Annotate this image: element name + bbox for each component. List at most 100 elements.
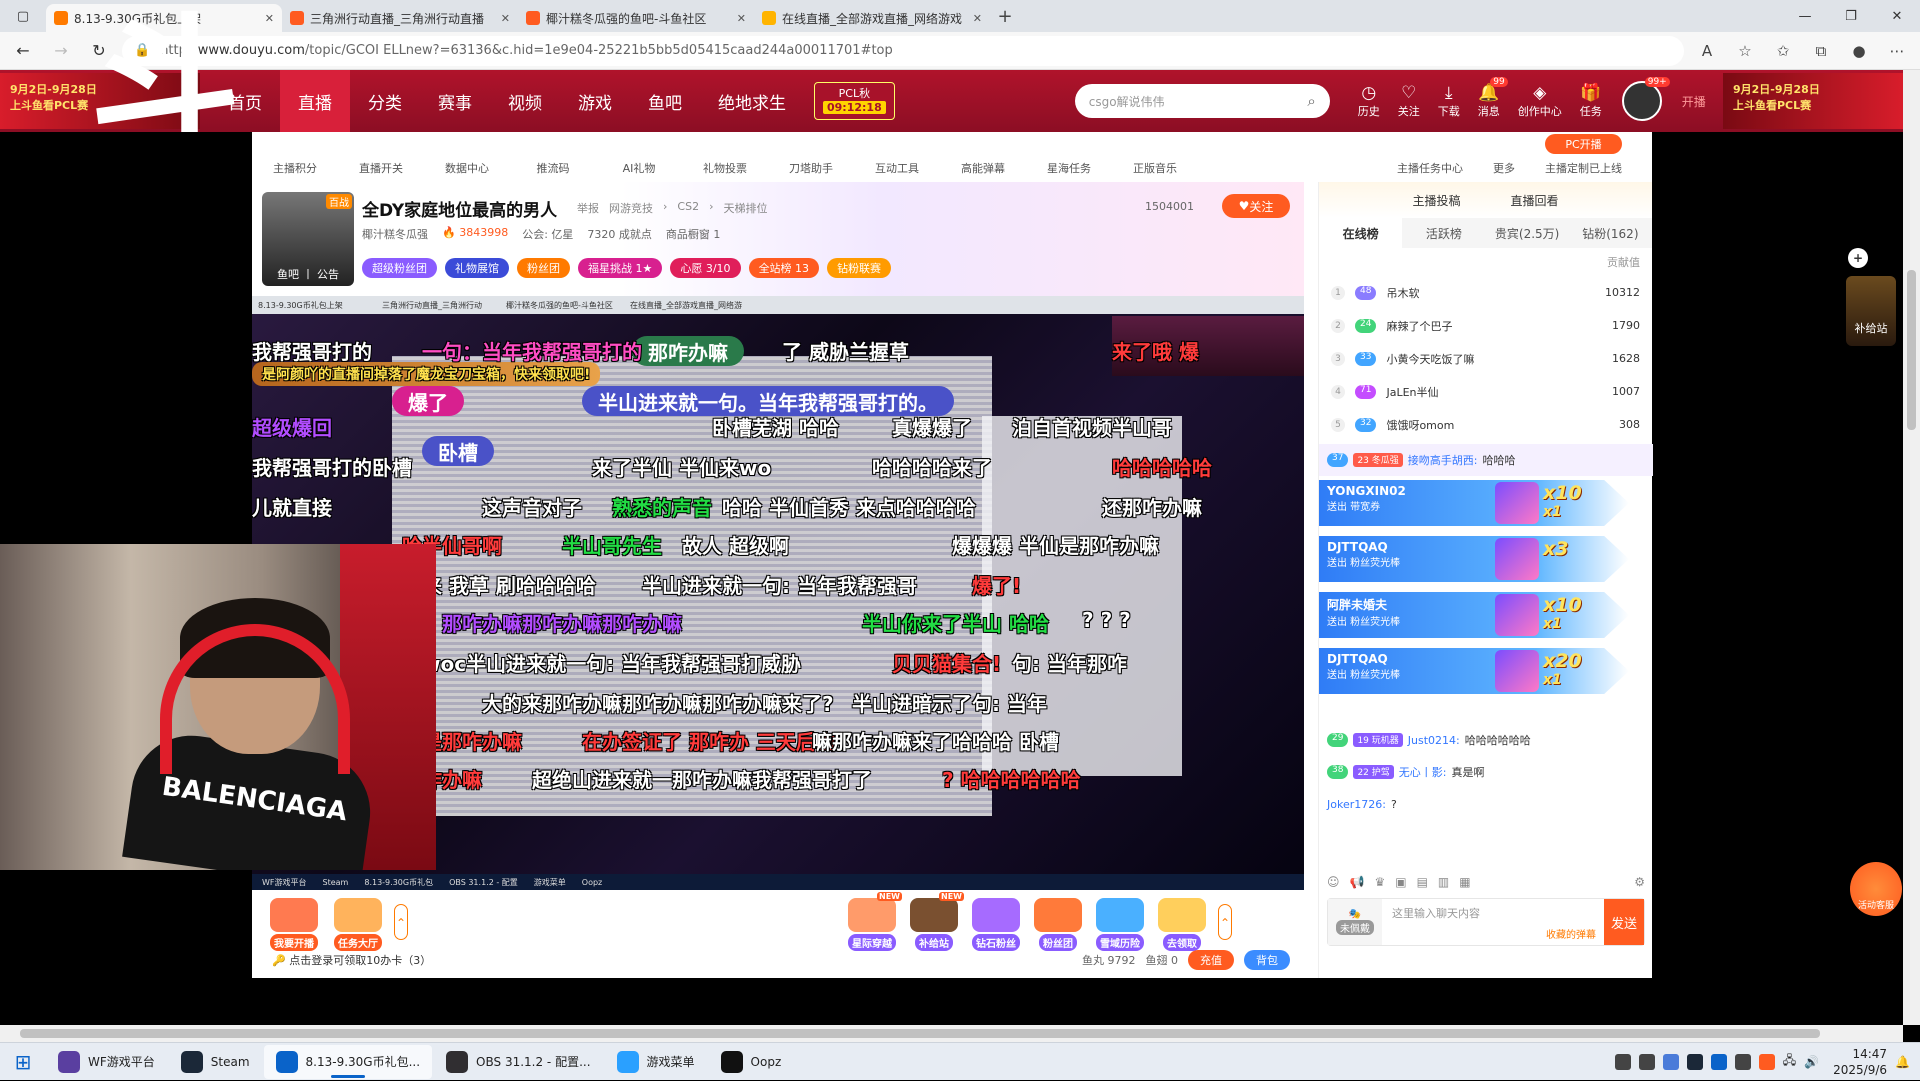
- tray-icon[interactable]: [1686, 1053, 1703, 1070]
- browser-tab[interactable]: 椰汁糕冬瓜强的鱼吧-斗鱼社区 ✕: [518, 4, 754, 32]
- rank-row[interactable]: 3 33 小黄今天吃饭了嘛 1628: [1319, 342, 1652, 375]
- recharge-button[interactable]: 充值: [1188, 950, 1234, 970]
- browser-tab[interactable]: 8.13-9.30G币礼包上架 ✕: [46, 4, 282, 32]
- rank-tab[interactable]: 钻粉(162): [1569, 218, 1652, 248]
- rank-row[interactable]: 5 32 饿饿呀omom 308: [1319, 408, 1652, 441]
- rank-row[interactable]: 2 24 麻辣了个巴子 1790: [1319, 309, 1652, 342]
- vertical-scrollbar[interactable]: [1903, 70, 1920, 1025]
- tray-icon[interactable]: [1638, 1053, 1655, 1070]
- expand-up-icon[interactable]: ⌃: [1218, 904, 1232, 940]
- taskbar-item[interactable]: Steam: [169, 1045, 262, 1079]
- category-1[interactable]: 网游竞技: [609, 200, 653, 216]
- rank-row[interactable]: 4 71 JaLEn半仙 1007: [1319, 375, 1652, 408]
- tool-item[interactable]: 正版音乐: [1112, 160, 1198, 176]
- activity-button[interactable]: 雪域历险: [1092, 898, 1148, 951]
- activity-button[interactable]: 粉丝团: [1030, 898, 1086, 951]
- read-aloud-icon[interactable]: A: [1692, 36, 1722, 66]
- room-badge[interactable]: 粉丝团: [517, 258, 570, 278]
- rank-name[interactable]: 小黄今天吃饭了嘛: [1386, 351, 1602, 367]
- browser-menu-icon[interactable]: ▢: [0, 0, 46, 32]
- tool-task-center[interactable]: 主播任务中心: [1397, 160, 1463, 176]
- chat-user[interactable]: Just0214:: [1408, 734, 1460, 747]
- tab-close-icon[interactable]: ✕: [265, 12, 274, 25]
- category-2[interactable]: CS2: [677, 200, 699, 216]
- tool-item[interactable]: 刀塔助手: [768, 160, 854, 176]
- chat-message[interactable]: 37 23 冬瓜强 接吻高手胡西: 哈哈哈: [1319, 444, 1653, 476]
- guild-label[interactable]: 公会: 亿星: [522, 226, 573, 242]
- tool-item[interactable]: AI礼物: [596, 160, 682, 176]
- back-icon[interactable]: ←: [8, 36, 38, 66]
- pcl-event-badge[interactable]: PCL秋 09:12:18: [814, 82, 895, 120]
- horizontal-scroll-thumb[interactable]: [20, 1029, 1820, 1038]
- nav-item-5[interactable]: 游戏: [560, 70, 630, 132]
- rank-name[interactable]: 吊木软: [1386, 285, 1595, 301]
- room-badge[interactable]: 福星挑战 1★: [578, 258, 663, 278]
- nav-item-0[interactable]: 首页: [210, 70, 280, 132]
- chat-user[interactable]: 接吻高手胡西:: [1408, 452, 1478, 468]
- tool-item[interactable]: 礼物投票: [682, 160, 768, 176]
- taskbar-item[interactable]: 游戏菜单: [605, 1045, 707, 1079]
- search-input[interactable]: csgo解说伟伟 ⌕: [1074, 84, 1330, 118]
- expand-up-icon[interactable]: ⌃: [394, 904, 408, 940]
- login-tip[interactable]: 🔑 点击登录可领取10办卡（3）: [272, 952, 431, 968]
- browser-tab[interactable]: 在线直播_全部游戏直播_网络游戏 ✕: [754, 4, 990, 32]
- rank-tab[interactable]: 活跃榜: [1402, 218, 1485, 248]
- profile-icon[interactable]: ●: [1844, 36, 1874, 66]
- category-3[interactable]: 天梯排位: [723, 200, 767, 216]
- collections-icon[interactable]: ⧉: [1806, 36, 1836, 66]
- room-badge[interactable]: 心愿 3/10: [670, 258, 741, 278]
- megaphone-icon[interactable]: 📢: [1350, 875, 1365, 889]
- history-icon[interactable]: ◷ 历史: [1358, 83, 1380, 119]
- room-badge[interactable]: 钻粉联赛: [827, 258, 892, 278]
- network-icon[interactable]: 🖧: [1783, 1051, 1796, 1072]
- tray-icon[interactable]: [1662, 1053, 1679, 1070]
- nav-item-7[interactable]: 绝地求生: [700, 70, 804, 132]
- streamer-name[interactable]: 椰汁糕冬瓜强: [362, 226, 428, 242]
- rank-tab[interactable]: 贵宾(2.5万): [1486, 218, 1569, 248]
- high-energy-icon[interactable]: ▦: [1459, 875, 1470, 889]
- add-icon[interactable]: +: [1848, 248, 1868, 268]
- nav-item-1[interactable]: 直播: [280, 70, 350, 132]
- activity-button[interactable]: NEW 星际穿越: [844, 892, 902, 951]
- search-icon[interactable]: ⌕: [1307, 92, 1315, 110]
- room-badge[interactable]: 超级粉丝团: [362, 258, 437, 278]
- favorite-icon[interactable]: ☆: [1730, 36, 1760, 66]
- chat-user[interactable]: Joker1726:: [1327, 798, 1386, 811]
- refresh-icon[interactable]: ↻: [84, 36, 114, 66]
- nav-item-3[interactable]: 赛事: [420, 70, 490, 132]
- taskbar-item[interactable]: 8.13-9.30G币礼包...: [263, 1044, 433, 1079]
- custom-notice[interactable]: 主播定制已上线: [1545, 160, 1622, 176]
- tool-item[interactable]: 互动工具: [854, 160, 940, 176]
- task-icon[interactable]: 🎁 任务: [1580, 83, 1602, 119]
- favorites-list-icon[interactable]: ✩: [1768, 36, 1798, 66]
- tool-item[interactable]: 推流码: [510, 160, 596, 176]
- fan-icon[interactable]: ▣: [1395, 875, 1406, 889]
- close-window-icon[interactable]: ✕: [1874, 0, 1920, 32]
- chat-list[interactable]: 37 23 冬瓜强 接吻高手胡西: 哈哈哈 YONGXIN02 送出 带宽券 x10…: [1319, 444, 1653, 854]
- chat-message[interactable]: 38 22 护驾 无心丨影: 真是啊: [1319, 756, 1653, 788]
- tray-icon[interactable]: [1758, 1053, 1775, 1070]
- tab-close-icon[interactable]: ✕: [501, 12, 510, 25]
- taskbar-item[interactable]: Oopz: [709, 1045, 794, 1079]
- nav-item-2[interactable]: 分类: [350, 70, 420, 132]
- tool-more[interactable]: 更多: [1493, 160, 1515, 176]
- volume-icon[interactable]: 🔊: [1804, 1055, 1819, 1069]
- activity-button[interactable]: 去领取: [1154, 898, 1210, 951]
- rank-name[interactable]: 饿饿呀omom: [1386, 417, 1609, 433]
- user-avatar[interactable]: 99+: [1621, 77, 1670, 121]
- noble-icon[interactable]: ▤: [1417, 875, 1428, 889]
- tool-item[interactable]: 星海任务: [1026, 160, 1112, 176]
- tab-close-icon[interactable]: ✕: [737, 12, 746, 25]
- rank-name[interactable]: JaLEn半仙: [1386, 384, 1602, 400]
- room-badge[interactable]: 礼物展馆: [445, 258, 509, 278]
- chat-input[interactable]: 这里输入聊天内容 收藏的弹幕: [1382, 899, 1604, 945]
- vertical-scroll-thumb[interactable]: [1907, 270, 1916, 430]
- settings-icon[interactable]: ⚙: [1634, 875, 1645, 889]
- tray-icon[interactable]: [1710, 1053, 1727, 1070]
- promo-banner-left[interactable]: 9月2日-9月28日 上斗鱼看PCL赛 斗鱼TV: [0, 13, 298, 463]
- rank-name[interactable]: 麻辣了个巴子: [1386, 318, 1602, 334]
- rank-row[interactable]: 1 48 吊木软 10312: [1319, 276, 1652, 309]
- customer-service-button[interactable]: 活动客服: [1850, 862, 1902, 916]
- rank-tab[interactable]: 在线榜: [1319, 218, 1403, 248]
- send-button[interactable]: 发送: [1604, 899, 1644, 945]
